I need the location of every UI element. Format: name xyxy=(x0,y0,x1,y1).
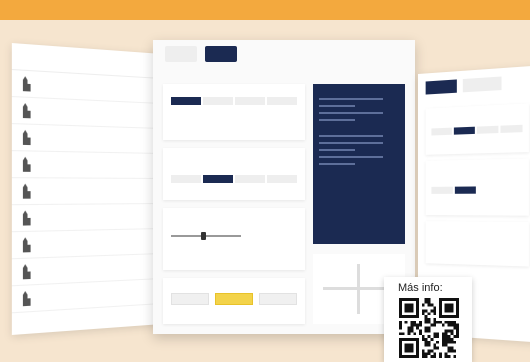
card-title xyxy=(163,148,305,157)
value-slider[interactable] xyxy=(171,232,241,240)
file-icon xyxy=(23,264,31,279)
settings-card xyxy=(425,158,529,216)
option-selector[interactable] xyxy=(431,186,476,194)
option-selector[interactable] xyxy=(163,93,305,109)
tab-first[interactable] xyxy=(165,46,197,62)
option-button[interactable] xyxy=(171,293,209,305)
list-item-name xyxy=(46,241,153,244)
list-item-name xyxy=(46,111,153,115)
list-rows xyxy=(11,70,162,314)
file-icon xyxy=(23,130,31,145)
file-icon xyxy=(23,103,31,118)
card-title xyxy=(163,84,305,93)
info-label: Más info: xyxy=(398,282,443,294)
top-accent-bar xyxy=(0,0,530,20)
option-button[interactable] xyxy=(259,293,297,305)
settings-card xyxy=(425,221,529,267)
tab-second[interactable] xyxy=(205,46,237,62)
list-item-name xyxy=(46,266,153,270)
card-title xyxy=(163,278,305,287)
settings-card-1 xyxy=(163,84,305,140)
list-item[interactable] xyxy=(11,204,162,233)
option-selector[interactable] xyxy=(163,171,305,187)
list-item-name xyxy=(46,216,153,218)
option-selector[interactable] xyxy=(431,124,523,136)
summary-card xyxy=(313,84,405,244)
settings-panel xyxy=(153,40,415,334)
settings-card-2 xyxy=(163,148,305,200)
info-card: Más info: xyxy=(384,277,472,362)
option-button-selected[interactable] xyxy=(215,293,253,305)
list-item-name xyxy=(46,85,153,91)
settings-card-3 xyxy=(163,208,305,270)
file-icon xyxy=(23,210,31,225)
file-icon xyxy=(23,157,31,172)
list-item-name xyxy=(46,292,153,298)
file-icon xyxy=(23,237,31,252)
list-item-name xyxy=(46,165,153,166)
file-icon xyxy=(23,184,31,199)
tab-first[interactable] xyxy=(425,79,457,95)
option-buttons xyxy=(163,287,305,311)
list-item[interactable] xyxy=(11,124,162,154)
settings-card xyxy=(425,103,529,155)
tab-second[interactable] xyxy=(462,76,502,93)
file-icon xyxy=(23,76,31,91)
tab-bar xyxy=(418,66,530,103)
qr-code[interactable] xyxy=(399,298,459,358)
list-item[interactable] xyxy=(11,178,162,206)
settings-card-4 xyxy=(163,278,305,324)
slider-handle[interactable] xyxy=(200,232,206,240)
tab-bar xyxy=(165,46,237,62)
list-item-name xyxy=(46,138,153,141)
file-icon xyxy=(23,291,31,306)
card-title xyxy=(163,208,305,217)
file-list-panel xyxy=(11,43,162,335)
list-item[interactable] xyxy=(11,151,162,179)
